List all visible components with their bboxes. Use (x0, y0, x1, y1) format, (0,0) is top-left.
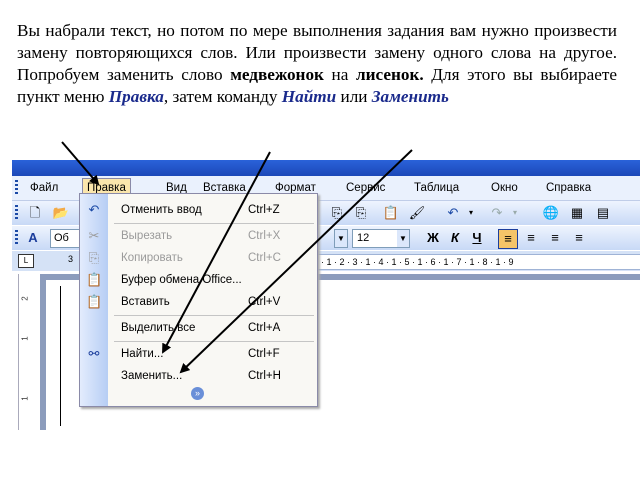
menu-help[interactable]: Справка (542, 180, 595, 196)
menu-item-label: Вырезать (121, 230, 173, 242)
align-right-icon[interactable]: ≡ (546, 229, 564, 247)
menu-separator (114, 341, 314, 342)
expand-menu-chevron-icon[interactable]: » (191, 387, 204, 400)
menu-table[interactable]: Таблица (410, 180, 463, 196)
menu-item-label: Найти... (121, 348, 164, 360)
font-size-value: 12 (357, 232, 370, 244)
word-medvezhonok: медвежонок (230, 65, 324, 84)
menu-service[interactable]: Сервис (342, 180, 389, 196)
menu-item-shortcut: Ctrl+X (248, 230, 281, 242)
undo-dropdown-icon[interactable]: ▾ (462, 204, 480, 222)
redo-toolbar-icon[interactable]: ↷ (488, 204, 506, 222)
tab-stop-selector[interactable]: L (18, 254, 34, 268)
menu-file[interactable]: Файл (26, 180, 62, 196)
align-left-icon[interactable]: ≡ (498, 229, 518, 249)
justify-icon[interactable]: ≡ (570, 229, 588, 247)
menu-ref-find: Найти (281, 87, 337, 106)
menu-item-replace[interactable]: Заменить... Ctrl+H (80, 365, 317, 387)
menu-window[interactable]: Окно (487, 180, 522, 196)
menu-item-office-clipboard[interactable]: 📋 Буфер обмена Office... (80, 269, 317, 291)
styles-pane-icon[interactable]: A (24, 229, 42, 247)
tab-stop-label: L (23, 256, 29, 265)
font-size-combo[interactable]: 12 ▼ (352, 229, 410, 248)
formatting-grip[interactable] (15, 230, 18, 246)
font-combo-arrow[interactable]: ▼ (334, 229, 348, 248)
edit-menu-dropdown: ↶ Отменить ввод Ctrl+Z ✂ Вырезать Ctrl+X… (79, 193, 318, 407)
menu-item-cut[interactable]: ✂ Вырезать Ctrl+X (80, 225, 317, 247)
menu-item-label: Буфер обмена Office... (121, 274, 242, 286)
word-lisenok: лисенок. (355, 65, 424, 84)
menu-item-paste[interactable]: 📋 Вставить Ctrl+V (80, 291, 317, 313)
menu-item-shortcut: Ctrl+Z (248, 204, 280, 216)
vruler-mark: 1 (20, 396, 30, 401)
title-bar (12, 160, 640, 176)
open-folder-icon[interactable]: 📂 (52, 204, 70, 222)
menu-item-undo[interactable]: ↶ Отменить ввод Ctrl+Z (80, 199, 317, 221)
style-combo[interactable]: Об (50, 229, 82, 248)
menu-item-label: Вставить (121, 296, 170, 308)
underline-icon[interactable]: Ч (468, 229, 486, 247)
undo-icon: ↶ (88, 202, 100, 217)
menu-item-label: Отменить ввод (121, 204, 202, 216)
format-painter-icon[interactable]: 🖌 (408, 204, 426, 222)
clipboard-icon: 📋 (86, 272, 103, 287)
cut-icon: ✂ (88, 228, 100, 243)
menu-separator (114, 315, 314, 316)
menu-item-shortcut: Ctrl+A (248, 322, 281, 334)
menu-ref-replace: Заменить (371, 87, 449, 106)
instruction-text: Вы набрали текст, но потом по мере выпол… (17, 20, 617, 108)
horizontal-ruler[interactable]: · 1 · 2 · 3 · 1 · 4 · 1 · 5 · 1 · 6 · 1 … (312, 254, 640, 270)
menu-item-shortcut: Ctrl+H (248, 370, 281, 382)
instruction-part-5: или (336, 87, 372, 106)
new-document-icon[interactable]: 🗋 (26, 204, 44, 222)
ruler-left-mark: 3 (68, 254, 74, 264)
toolbar-grip[interactable] (15, 205, 18, 221)
undo-toolbar-icon[interactable]: ↶ (444, 204, 462, 222)
menu-item-label: Заменить... (121, 370, 183, 382)
menu-item-find[interactable]: ⚯ Найти... Ctrl+F (80, 343, 317, 365)
style-combo-value: Об (54, 232, 69, 244)
binoculars-icon: ⚯ (88, 346, 100, 361)
menu-item-shortcut: Ctrl+F (248, 348, 280, 360)
chevron-down-icon: ▼ (397, 230, 409, 247)
ruler-marks: · 1 · 2 · 3 · 1 · 4 · 1 · 5 · 1 · 6 · 1 … (321, 257, 514, 267)
instruction-part-4: , затем команду (163, 87, 282, 106)
paste-icon: 📋 (86, 294, 103, 309)
bold-icon[interactable]: Ж (424, 229, 442, 247)
menu-item-label: Копировать (121, 252, 183, 264)
vruler-mark: 2 (20, 296, 30, 301)
align-center-icon[interactable]: ≡ (522, 229, 540, 247)
menu-item-select-all[interactable]: Выделить все Ctrl+A (80, 317, 317, 339)
paste-toolbar-icon[interactable]: 📋 (382, 204, 400, 222)
menu-item-shortcut: Ctrl+C (248, 252, 281, 264)
insert-table-icon[interactable]: ▤ (594, 204, 612, 222)
copy-toolbar-icon[interactable]: ⎘ (328, 204, 346, 222)
menu-item-label: Выделить все (121, 322, 196, 334)
tables-borders-icon[interactable]: ▦ (568, 204, 586, 222)
instruction-part-2: на (323, 65, 356, 84)
chevron-down-icon: ▼ (335, 230, 347, 247)
menu-item-shortcut: Ctrl+V (248, 296, 281, 308)
redo-dropdown-icon[interactable]: ▾ (506, 204, 524, 222)
copy2-toolbar-icon[interactable]: ⎘ (352, 204, 370, 222)
copy-icon: ⎘ (88, 250, 100, 265)
menubar-grip[interactable] (15, 180, 18, 196)
menu-item-copy[interactable]: ⎘ Копировать Ctrl+C (80, 247, 317, 269)
vertical-ruler[interactable]: 2 1 1 (18, 274, 37, 430)
menu-separator (114, 223, 314, 224)
italic-icon[interactable]: К (446, 229, 464, 247)
hyperlink-icon[interactable]: 🌐 (542, 204, 560, 222)
vruler-mark: 1 (20, 336, 30, 341)
menu-ref-pravka: Правка (108, 87, 164, 106)
text-cursor (60, 286, 61, 426)
